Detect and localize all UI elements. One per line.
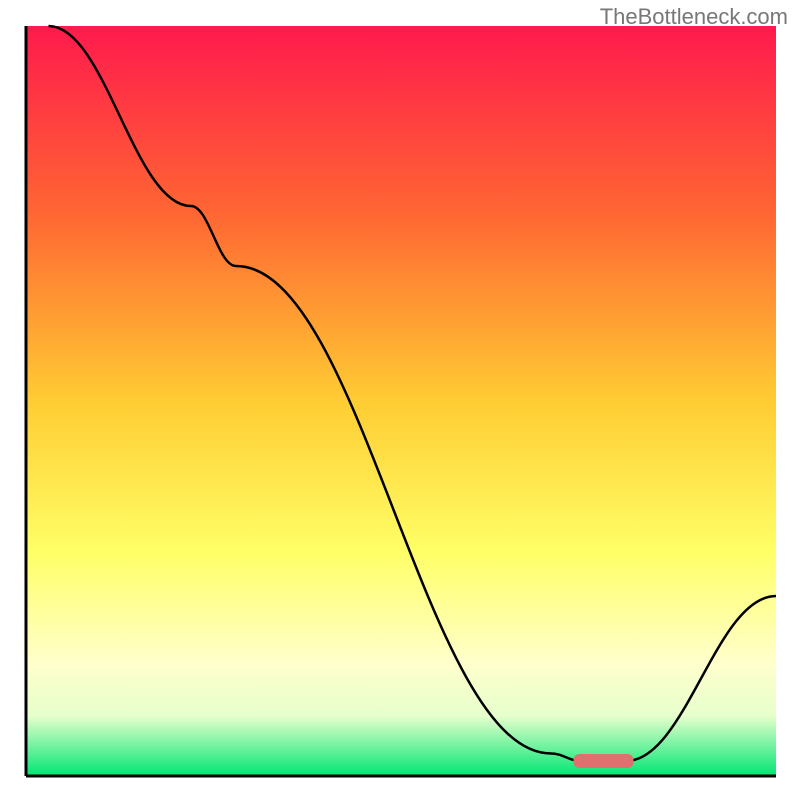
bottleneck-chart xyxy=(0,0,800,800)
chart-container: TheBottleneck.com xyxy=(0,0,800,800)
plot-background xyxy=(26,26,776,776)
watermark-text: TheBottleneck.com xyxy=(600,4,788,30)
optimal-marker xyxy=(574,754,634,768)
